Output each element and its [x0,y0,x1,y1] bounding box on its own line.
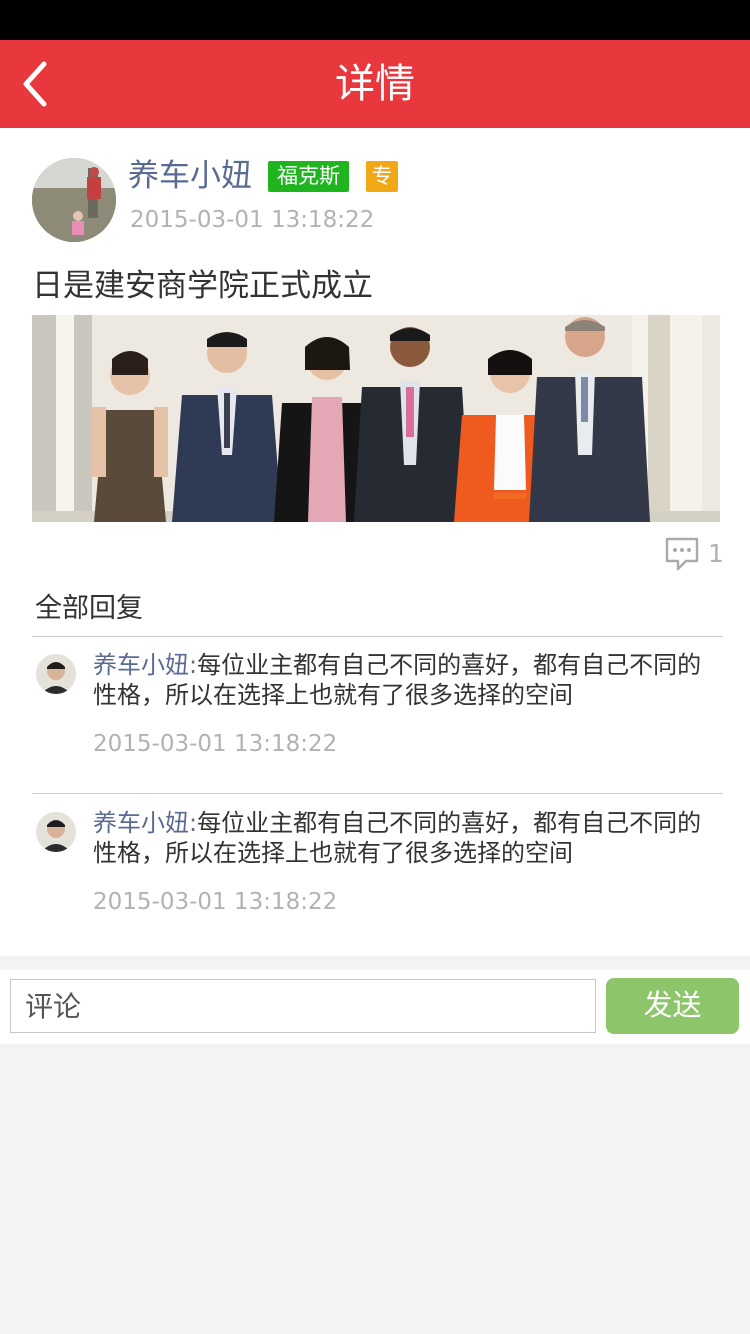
send-button[interactable]: 发送 [606,978,739,1034]
author-name[interactable]: 养车小妞 [128,156,252,196]
replies-title: 全部回复 [35,593,143,624]
reply-body: 养车小妞:每位业主都有自己不同的喜好，都有自己不同的性格，所以在选择上也就有了很… [93,808,723,868]
reply-time: 2015-03-01 13:18:22 [93,889,338,915]
post-text: 日是建安商学院正式成立 [32,268,373,304]
comment-bubble-icon[interactable] [664,536,700,572]
reply-author[interactable]: 养车小妞: [93,651,197,679]
reply-item[interactable]: 养车小妞:每位业主都有自己不同的喜好，都有自己不同的性格，所以在选择上也就有了很… [0,638,750,778]
reply-body: 养车小妞:每位业主都有自己不同的喜好，都有自己不同的性格，所以在选择上也就有了很… [93,650,723,710]
pro-badge: 专 [366,161,398,192]
reply-author[interactable]: 养车小妞: [93,809,197,837]
reply-time: 2015-03-01 13:18:22 [93,731,338,757]
car-brand-badge: 福克斯 [268,161,349,192]
nav-bar: 详情 [0,40,750,128]
post-time: 2015-03-01 13:18:22 [130,207,375,233]
divider [32,636,723,637]
reply-item[interactable]: 养车小妞:每位业主都有自己不同的喜好，都有自己不同的性格，所以在选择上也就有了很… [0,796,750,936]
comment-input[interactable] [10,979,596,1033]
divider [32,793,723,794]
reply-avatar[interactable] [36,812,76,852]
status-bar [0,0,750,40]
reply-avatar[interactable] [36,654,76,694]
post-photo[interactable] [32,315,720,522]
comment-bar: 发送 [0,970,750,1044]
author-avatar[interactable] [32,158,116,242]
post-detail: 养车小妞 福克斯 专 2015-03-01 13:18:22 日是建安商学院正式… [0,128,750,956]
page-title: 详情 [335,61,415,107]
comment-count: 1 [708,539,724,568]
